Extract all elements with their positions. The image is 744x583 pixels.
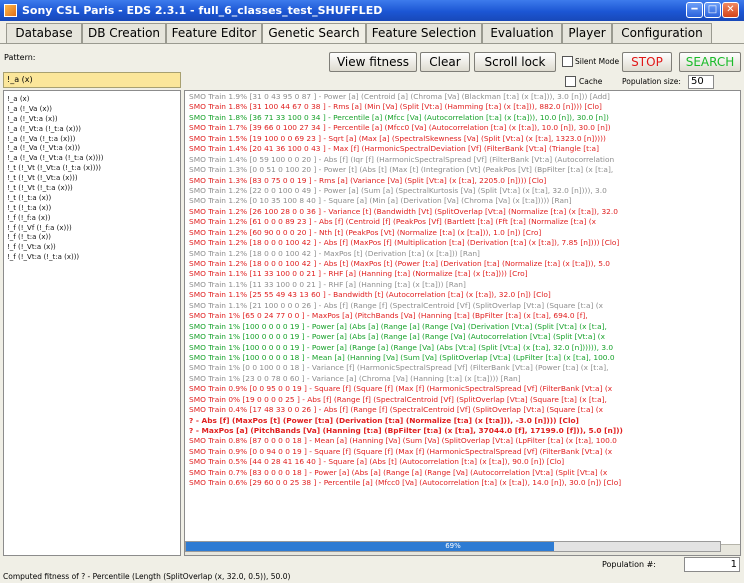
log-line: SMO Train 1.1% [11 33 100 0 0 21 ] - RHF… xyxy=(189,279,466,289)
pattern-list-item[interactable]: !_t (!_t:a (x)) xyxy=(4,204,180,214)
cache-label: Cache xyxy=(579,77,603,86)
pattern-list-item[interactable]: !_a (x) xyxy=(4,95,180,105)
log-line: SMO Train 1% [23 0 0 78 0 60 ] - Varianc… xyxy=(189,373,521,383)
log-line: SMO Train 0.6% [29 60 0 0 25 38 ] - Perc… xyxy=(189,478,622,488)
log-line: SMO Train 1.5% [19 100 0 0 69 23 ] - Sqr… xyxy=(189,133,606,143)
log-line: SMO Train 1% [100 0 0 0 0 19 ] - Power [… xyxy=(189,321,607,331)
log-line: SMO Train 1.2% [18 0 0 0 100 42 ] - Abs … xyxy=(189,238,620,248)
status-bar: Computed fitness of ? - Percentile (Leng… xyxy=(3,572,291,581)
log-line: SMO Train 1.2% [18 0 0 0 100 42 ] - MaxP… xyxy=(189,248,480,258)
log-line: SMO Train 1.9% [31 0 43 95 0 87 ] - Powe… xyxy=(189,92,610,101)
silent-mode-checkbox[interactable] xyxy=(562,56,573,67)
log-line: SMO Train 1.3% [83 0 75 0 0 19 ] - Rms [… xyxy=(189,175,547,185)
pattern-list-item[interactable]: !_t (!_t:a (x)) xyxy=(4,194,180,204)
log-line: SMO Train 0.8% [87 0 0 0 0 18 ] - Mean [… xyxy=(189,436,617,446)
log-line: SMO Train 1.1% [25 55 49 43 13 60 ] - Ba… xyxy=(189,290,551,300)
tab-evaluation[interactable]: Evaluation xyxy=(482,23,562,44)
log-line: SMO Train 0.5% [44 0 28 41 16 40 ] - Squ… xyxy=(189,457,565,467)
silent-mode-label: Silent Mode xyxy=(575,57,620,66)
pattern-label: Pattern: xyxy=(4,53,36,62)
scroll-lock-button[interactable]: Scroll lock xyxy=(474,52,556,72)
population-input[interactable]: 1 xyxy=(684,557,740,572)
pattern-list-item[interactable]: !_f (!_f:a (x)) xyxy=(4,214,180,224)
log-line: ? - Abs [f] (MaxPos [t] (Power [t:a] (De… xyxy=(189,415,579,425)
minimize-icon[interactable]: ━ xyxy=(686,2,703,18)
tab-player[interactable]: Player xyxy=(562,23,612,44)
pattern-list-item[interactable]: !_f (!_t:a (x)) xyxy=(4,233,180,243)
log-line: SMO Train 1% [65 0 24 77 0 0 ] - MaxPos … xyxy=(189,311,588,321)
pattern-list-item[interactable]: !_f (!_Vt:a (x)) xyxy=(4,243,180,253)
search-log[interactable]: SMO Train 1.9% [31 0 43 95 0 87 ] - Powe… xyxy=(184,90,741,556)
pattern-list-item[interactable]: !_a (!_Va (!_Vt:a (!_t:a (x)))) xyxy=(4,154,180,164)
population-size-input[interactable]: 50 xyxy=(688,75,714,89)
log-line: SMO Train 1.8% [31 100 44 67 0 38 ] - Rm… xyxy=(189,102,602,112)
window-titlebar: Sony CSL Paris - EDS 2.3.1 - full_6_clas… xyxy=(0,0,744,21)
log-line: SMO Train 1.2% [22 0 0 100 0 49 ] - Powe… xyxy=(189,185,607,195)
log-line: SMO Train 1.8% [36 71 33 100 0 34 ] - Pe… xyxy=(189,112,609,122)
pattern-list-item[interactable]: !_t (!_Vt (!_t:a (x))) xyxy=(4,184,180,194)
pattern-input[interactable]: !_a (x) xyxy=(3,72,181,88)
pattern-list-item[interactable]: !_a (!_Va (x)) xyxy=(4,105,180,115)
log-line: SMO Train 0% [19 0 0 0 0 25 ] - Abs [f] … xyxy=(189,394,607,404)
log-line: SMO Train 1% [100 0 0 0 0 18 ] - Mean [a… xyxy=(189,352,615,362)
log-line: ? - MaxPos [a] (PitchBands [Va] (Hanning… xyxy=(189,426,623,435)
log-line: SMO Train 1.7% [39 66 0 100 27 34 ] - Pe… xyxy=(189,123,611,133)
log-line: SMO Train 1% [0 0 100 0 0 18 ] - Varianc… xyxy=(189,363,609,373)
window-title: Sony CSL Paris - EDS 2.3.1 - full_6_clas… xyxy=(22,4,383,17)
clear-button[interactable]: Clear xyxy=(420,52,470,72)
tab-feature-selection[interactable]: Feature Selection xyxy=(366,23,482,44)
log-line: SMO Train 0.9% [0 0 94 0 0 19 ] - Square… xyxy=(189,446,613,456)
pattern-list-item[interactable]: !_a (!_Va (!_t:a (x))) xyxy=(4,135,180,145)
stop-button[interactable]: STOP xyxy=(622,52,672,72)
pattern-list-item[interactable]: !_a (!_Vt:a (x)) xyxy=(4,115,180,125)
population-label: Population #: xyxy=(602,560,656,569)
log-line: SMO Train 1% [100 0 0 0 0 19 ] - Power [… xyxy=(189,342,614,352)
view-fitness-button[interactable]: View fitness xyxy=(329,52,417,72)
pattern-list-item[interactable]: !_a (!_Vt:a (!_t:a (x))) xyxy=(4,125,180,135)
log-line: SMO Train 1.2% [0 10 35 100 8 40 ] - Squ… xyxy=(189,196,572,206)
cache-checkbox[interactable] xyxy=(565,76,576,87)
close-icon[interactable]: ✕ xyxy=(722,2,739,18)
tab-configuration[interactable]: Configuration xyxy=(612,23,712,44)
log-line: SMO Train 1.2% [61 0 0 0 89 23 ] - Abs [… xyxy=(189,217,596,227)
app-icon xyxy=(4,4,17,17)
log-lines: SMO Train 1.9% [31 0 43 95 0 87 ] - Powe… xyxy=(189,92,740,489)
tab-genetic-search[interactable]: Genetic Search xyxy=(262,23,366,44)
progress-label: 69% xyxy=(445,542,461,550)
log-line: SMO Train 0.7% [83 0 0 0 0 18 ] - Power … xyxy=(189,467,608,477)
log-line: SMO Train 1% [100 0 0 0 0 19 ] - Power [… xyxy=(189,332,605,342)
maximize-icon[interactable]: □ xyxy=(704,2,721,18)
log-line: SMO Train 1.2% [60 90 0 0 0 20 ] - Nth [… xyxy=(189,227,542,237)
log-line: SMO Train 1.1% [21 100 0 0 0 26 ] - Abs … xyxy=(189,300,603,310)
tab-feature-editor[interactable]: Feature Editor xyxy=(166,23,262,44)
log-line: SMO Train 1.4% [0 59 100 0 0 20 ] - Abs … xyxy=(189,154,615,164)
pattern-list-item[interactable]: !_t (!_Vt (!_Vt:a (x))) xyxy=(4,174,180,184)
search-button[interactable]: SEARCH xyxy=(679,52,741,72)
tab-database[interactable]: Database xyxy=(6,23,82,44)
log-line: SMO Train 1.2% [26 100 28 0 0 36 ] - Var… xyxy=(189,206,618,216)
pattern-list-item[interactable]: !_t (!_Vt (!_Vt:a (!_t:a (x)))) xyxy=(4,164,180,174)
log-line: SMO Train 1.4% [20 41 36 100 0 43 ] - Ma… xyxy=(189,144,599,154)
pattern-list-item[interactable]: !_a (!_Va (!_Vt:a (x))) xyxy=(4,144,180,154)
log-line: SMO Train 1.3% [0 0 51 0 100 20 ] - Powe… xyxy=(189,165,614,175)
main-tabs: Database DB Creation Feature Editor Gene… xyxy=(0,23,744,44)
population-size-label: Population size: xyxy=(622,77,681,86)
pattern-list[interactable]: !_a (x) !_a (!_Va (x)) !_a (!_Vt:a (x)) !_a… xyxy=(3,90,181,556)
pattern-list-item[interactable]: !_f (!_Vt:a (!_t:a (x))) xyxy=(4,253,180,263)
log-line: SMO Train 0.9% [0 0 95 0 0 19 ] - Square… xyxy=(189,384,613,394)
search-progress-bar: 69% xyxy=(185,541,721,552)
log-line: SMO Train 1.1% [11 33 100 0 0 21 ] - RHF… xyxy=(189,269,528,279)
tab-divider xyxy=(0,43,744,44)
pattern-list-item[interactable]: !_f (!_Vf (!_f:a (x))) xyxy=(4,224,180,234)
log-line: SMO Train 1.2% [18 0 0 0 100 42 ] - Abs … xyxy=(189,259,611,268)
tab-db-creation[interactable]: DB Creation xyxy=(82,23,166,44)
log-line: SMO Train 0.4% [17 48 33 0 0 26 ] - Abs … xyxy=(189,405,603,415)
